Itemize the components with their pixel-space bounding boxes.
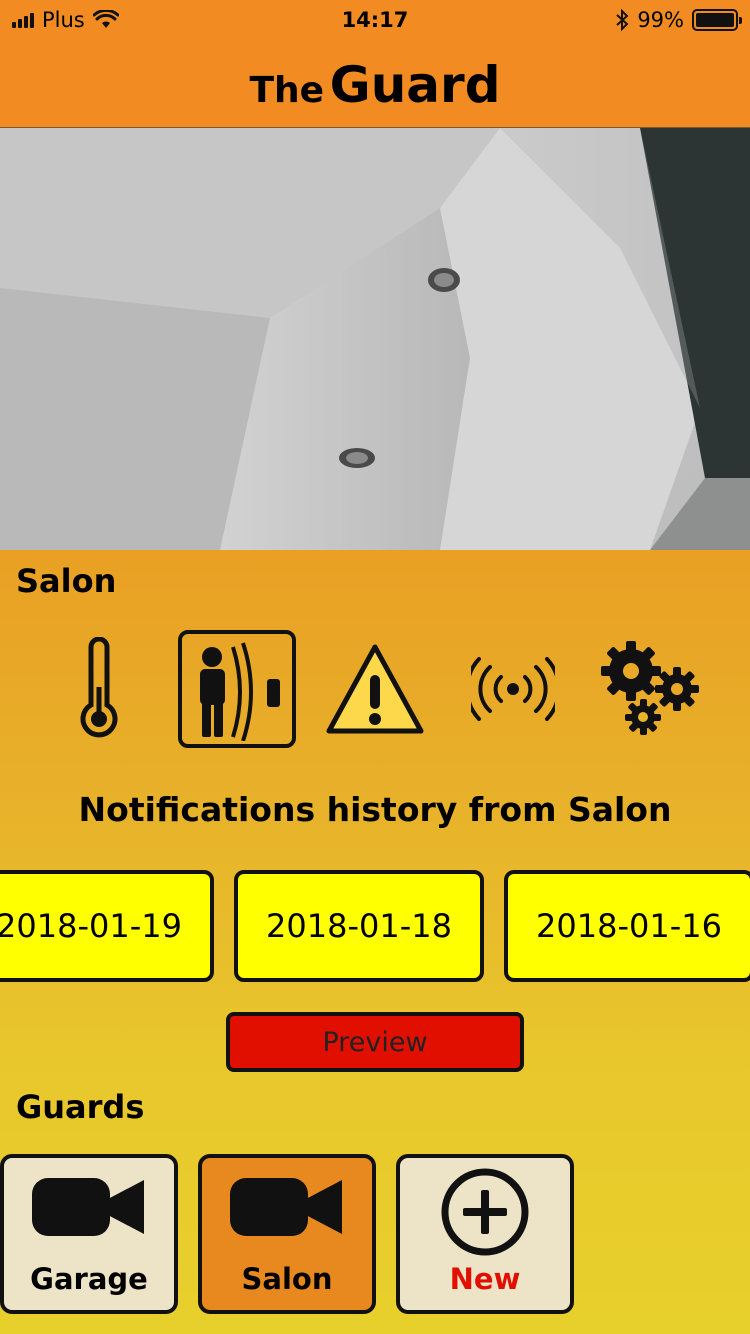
broadcast-button[interactable]: [454, 630, 572, 748]
status-bar: Plus 14:17 99%: [0, 0, 750, 40]
motion-sensor-icon: [200, 642, 280, 741]
app-title-the: The: [249, 70, 325, 111]
guard-tile-new[interactable]: New: [396, 1154, 574, 1314]
preview-label: Preview: [322, 1026, 428, 1058]
settings-button[interactable]: [592, 630, 710, 748]
guard-tile-garage[interactable]: Garage: [0, 1154, 178, 1314]
guard-tile-label: New: [449, 1262, 521, 1296]
preview-button[interactable]: Preview: [226, 1012, 524, 1072]
app-header: Plus 14:17 99% The Guard: [0, 0, 750, 128]
notification-date-button[interactable]: 2018-01-19: [0, 870, 214, 982]
room-panel: Salon Notifications history from Salon 2…: [0, 550, 750, 1334]
battery-icon: [692, 9, 742, 31]
guard-tile-label: Salon: [241, 1262, 333, 1296]
thermometer-button[interactable]: [40, 630, 158, 748]
guard-tile-label: Garage: [30, 1262, 148, 1296]
app-title: The Guard: [0, 56, 750, 114]
notification-date-label: 2018-01-19: [0, 907, 182, 945]
motion-sensor-button[interactable]: [178, 630, 296, 748]
guards-label: Guards: [16, 1088, 145, 1126]
add-circle-icon: [441, 1168, 529, 1256]
notification-date-label: 2018-01-18: [266, 907, 452, 945]
guard-tile-salon[interactable]: Salon: [198, 1154, 376, 1314]
video-camera-icon: [230, 1178, 342, 1236]
camera-feed-image[interactable]: [0, 128, 750, 550]
room-name: Salon: [16, 562, 117, 600]
notification-date-label: 2018-01-16: [536, 907, 722, 945]
notifications-title: Notifications history from Salon: [78, 790, 672, 829]
broadcast-icon: [471, 657, 555, 721]
bluetooth-icon: [616, 9, 629, 31]
notification-date-button[interactable]: 2018-01-18: [234, 870, 484, 982]
battery-percent: 99%: [637, 8, 684, 32]
settings-gears-icon: [601, 641, 699, 735]
video-camera-icon: [32, 1178, 144, 1236]
thermometer-icon: [80, 637, 118, 738]
ceiling-photo: [0, 128, 750, 550]
notification-date-button[interactable]: 2018-01-16: [504, 870, 750, 982]
room-controls: [0, 630, 750, 754]
app-title-guard: Guard: [329, 56, 501, 114]
warning-button[interactable]: [316, 630, 434, 748]
warning-icon: [326, 644, 424, 734]
